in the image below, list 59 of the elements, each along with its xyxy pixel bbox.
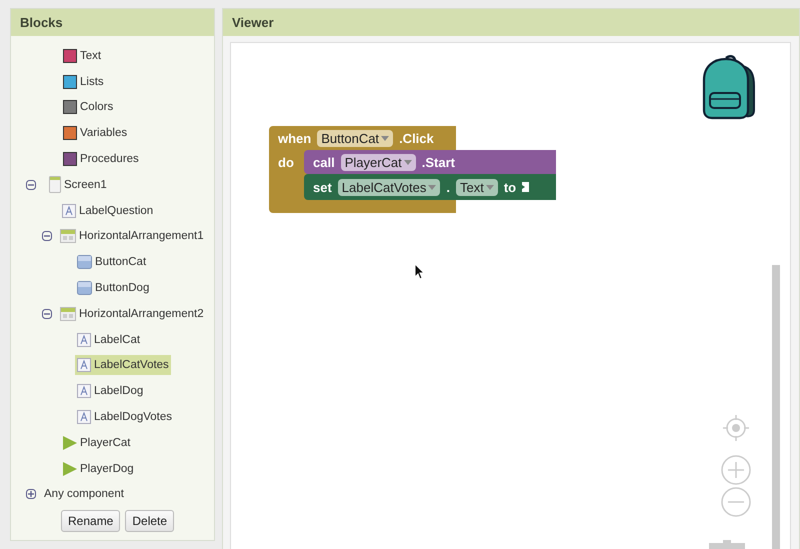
screen-icon: [49, 176, 61, 194]
panel-title: Blocks: [11, 9, 214, 36]
mouse-pointer-icon: [414, 263, 425, 280]
block-category[interactable]: Text: [61, 46, 104, 66]
collapse-icon[interactable]: [42, 231, 52, 242]
collapse-icon[interactable]: [42, 308, 52, 319]
caret-icon: [381, 136, 390, 140]
tree-item[interactable]: LabelDogVotes: [75, 407, 174, 428]
tree-item[interactable]: LabelCatVotes: [75, 355, 171, 376]
text-label-icon: [77, 332, 91, 347]
expand-icon[interactable]: [26, 489, 36, 500]
tree-item[interactable]: Any component: [42, 485, 126, 504]
tree-item[interactable]: Screen1: [47, 173, 109, 196]
tree-item[interactable]: ButtonCat: [75, 252, 148, 272]
action-button[interactable]: Delete: [125, 510, 174, 532]
block-keyword: call: [313, 154, 335, 170]
component-dropdown[interactable]: LabelCatVotes: [338, 178, 440, 196]
tree-item[interactable]: HorizontalArrangement1: [58, 226, 206, 246]
block-keyword: to: [504, 180, 516, 194]
component-dropdown[interactable]: ButtonCat: [317, 130, 394, 146]
component-dropdown[interactable]: PlayerCat: [340, 154, 416, 170]
text-label-icon: [77, 410, 91, 424]
tree-item[interactable]: PlayerDog: [60, 458, 136, 479]
block-category[interactable]: Variables: [61, 123, 130, 144]
button-icon: [77, 281, 92, 296]
play-icon: [62, 436, 77, 450]
text-label-icon: [62, 204, 76, 218]
caret-icon: [486, 184, 494, 190]
action-button[interactable]: Rename: [61, 510, 120, 532]
panel-title: Viewer: [223, 9, 799, 36]
block-keyword: .Click: [399, 130, 434, 146]
tree-item[interactable]: HorizontalArrangement2: [58, 304, 206, 324]
block-category[interactable]: Colors: [61, 97, 116, 118]
caret-icon: [428, 184, 436, 190]
call-block[interactable]: call PlayerCat .Start: [304, 150, 556, 174]
play-icon: [62, 462, 77, 476]
block-keyword: .: [446, 180, 450, 194]
block-keyword: when: [278, 130, 312, 146]
text-label-icon: [77, 358, 91, 372]
block-category[interactable]: Procedures: [61, 149, 141, 170]
arrangement-icon: [60, 229, 76, 244]
tree-item[interactable]: ButtonDog: [75, 278, 152, 298]
block-keyword: set: [313, 180, 332, 194]
collapse-icon[interactable]: [26, 180, 36, 190]
block-category[interactable]: Lists: [61, 72, 106, 92]
text-label-icon: [77, 384, 91, 398]
block-keyword: .Start: [422, 154, 455, 170]
tree-item[interactable]: LabelQuestion: [60, 200, 156, 221]
caret-icon: [404, 160, 412, 164]
scrollbar[interactable]: [772, 265, 780, 549]
tree-item[interactable]: PlayerCat: [60, 432, 132, 453]
tree-item[interactable]: LabelCat: [75, 330, 142, 350]
tree-item[interactable]: LabelDog: [75, 381, 146, 402]
input-socket-icon: [522, 182, 530, 192]
button-icon: [77, 255, 92, 270]
arrangement-icon: [60, 306, 76, 321]
property-dropdown[interactable]: Text: [456, 178, 498, 196]
block-keyword: do: [278, 154, 294, 170]
set-block[interactable]: set LabelCatVotes . Text to: [304, 174, 556, 200]
